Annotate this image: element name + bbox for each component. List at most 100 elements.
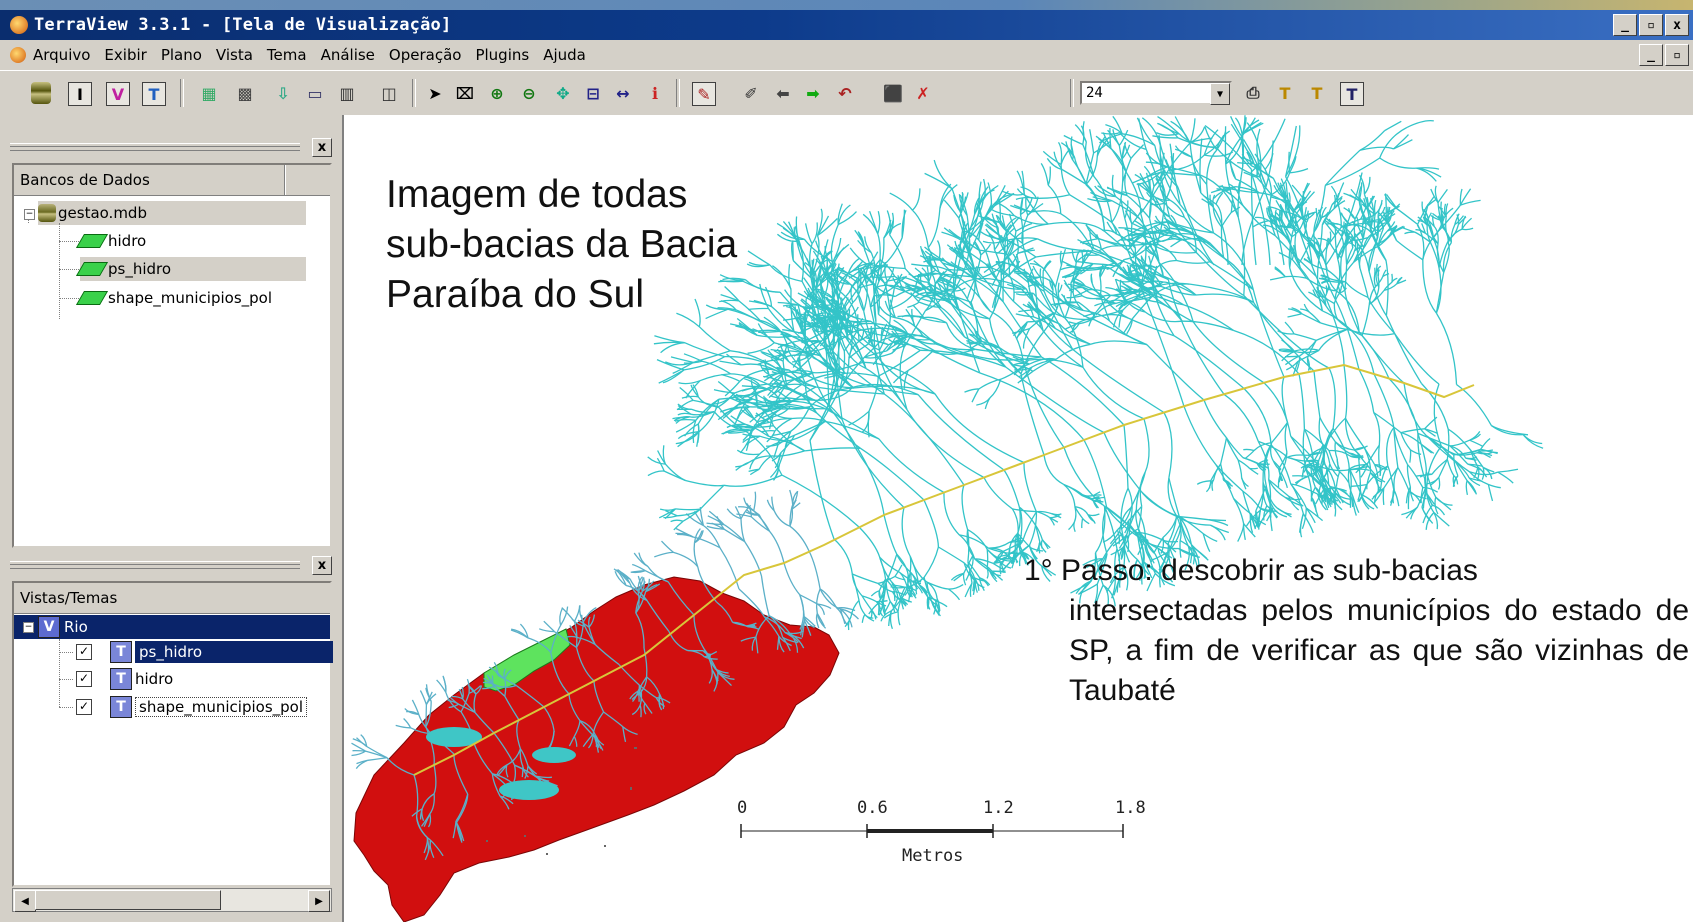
doc-minimize-button[interactable]: _ — [1639, 44, 1663, 66]
layer-shape-municipios[interactable]: shape_municipios_pol — [75, 286, 272, 310]
scroll-left-icon[interactable]: ◀ — [14, 890, 36, 912]
database-icon[interactable] — [28, 80, 54, 106]
menu-operacao[interactable]: Operação — [382, 46, 469, 64]
zoom-out-icon[interactable]: ⊖ — [516, 80, 542, 106]
forward-icon[interactable]: ➡ — [800, 80, 826, 106]
theme-checkbox[interactable]: ✓ — [76, 644, 92, 660]
view-icon[interactable]: V — [106, 82, 130, 106]
display-icon[interactable]: ▭ — [302, 80, 328, 106]
river-segment — [1219, 437, 1228, 465]
font-icon[interactable]: T — [1304, 80, 1330, 106]
menu-plugins[interactable]: Plugins — [468, 46, 536, 64]
theme-checkbox[interactable]: ✓ — [76, 699, 92, 715]
river-segment — [1057, 282, 1060, 294]
horizontal-scrollbar[interactable]: ◀ ▶ — [12, 888, 332, 912]
zoom-combo[interactable]: 24 ▼ — [1080, 81, 1232, 105]
river-segment — [1030, 210, 1061, 215]
grid-icon[interactable]: ▥ — [334, 80, 360, 106]
doc-restore-button[interactable]: ▫ — [1665, 44, 1689, 66]
restore-button[interactable]: ▫ — [1639, 14, 1663, 36]
back-icon[interactable]: ⬅ — [770, 80, 796, 106]
theme-shape-municipios[interactable]: ✓ T shape_municipios_pol — [76, 695, 308, 719]
close-button[interactable]: x — [1665, 14, 1689, 36]
views-dock-handle[interactable]: x — [6, 555, 336, 577]
layer-label: hidro — [108, 232, 147, 250]
river-segment — [933, 159, 953, 190]
river-segment — [1233, 498, 1252, 515]
river-segment — [1029, 262, 1045, 270]
river-segment — [1189, 118, 1196, 143]
view-node[interactable]: − V Rio — [14, 615, 330, 639]
river-segment — [1287, 313, 1303, 318]
menu-plano[interactable]: Plano — [154, 46, 209, 64]
menu-analise[interactable]: Análise — [314, 46, 382, 64]
river-segment — [789, 525, 810, 552]
river-segment — [425, 704, 428, 727]
river-segment — [367, 757, 388, 761]
scroll-thumb[interactable] — [35, 890, 221, 910]
river-segment — [838, 211, 857, 226]
river-segment — [1210, 463, 1222, 482]
pointer-icon[interactable]: ➤ — [422, 80, 448, 106]
import-icon[interactable]: ⇩ — [270, 80, 296, 106]
databases-dock-handle[interactable]: x — [6, 137, 336, 159]
info-layer-icon[interactable]: I — [68, 82, 92, 106]
zoom-area-icon[interactable]: ⌧ — [452, 80, 478, 106]
theme-checkbox[interactable]: ✓ — [76, 671, 92, 687]
river-segment — [1315, 328, 1348, 341]
draw-icon[interactable]: ✐ — [738, 80, 764, 106]
print-layer-icon[interactable]: ▩ — [232, 80, 258, 106]
river-segment — [879, 237, 903, 269]
theme-icon[interactable]: T — [142, 82, 166, 106]
pan-icon[interactable]: ✥ — [550, 80, 576, 106]
theme-ps-hidro[interactable]: ✓ T ps_hidro — [76, 640, 333, 664]
river-segment — [1469, 439, 1484, 448]
minimize-button[interactable]: _ — [1613, 14, 1637, 36]
river-segment — [1387, 465, 1395, 490]
add-layer-icon[interactable]: ▦ — [196, 80, 222, 106]
info-icon[interactable]: ℹ — [642, 80, 668, 106]
river-segment — [1111, 174, 1117, 197]
river-segment — [721, 373, 741, 382]
text-visual-icon[interactable]: T — [1340, 82, 1364, 106]
river-segment — [1036, 194, 1070, 199]
river-segment — [1329, 231, 1332, 243]
database-node[interactable]: gestao.mdb — [38, 201, 306, 225]
chevron-down-icon[interactable]: ▼ — [1210, 83, 1230, 105]
delete-icon[interactable]: ✗ — [910, 80, 936, 106]
menu-exibir[interactable]: Exibir — [97, 46, 153, 64]
text-icon[interactable]: T — [1272, 80, 1298, 106]
layer-icon — [75, 234, 109, 248]
close-icon[interactable]: x — [312, 138, 332, 157]
edit-icon[interactable]: ✎ — [692, 82, 716, 106]
zoom-in-icon[interactable]: ⊕ — [484, 80, 510, 106]
river-segment — [1163, 412, 1173, 479]
menu-ajuda[interactable]: Ajuda — [536, 46, 593, 64]
measure-icon[interactable]: ↔ — [610, 80, 636, 106]
scroll-right-icon[interactable]: ▶ — [308, 890, 330, 912]
river-segment — [858, 600, 866, 615]
river-segment — [1324, 149, 1361, 186]
river-segment — [1293, 333, 1317, 342]
select-icon[interactable]: ⬛ — [880, 80, 906, 106]
map-canvas[interactable]: Imagem de todas sub-bacias da Bacia Para… — [342, 115, 1693, 922]
municipalities-polygon — [353, 576, 840, 922]
collapse-icon[interactable]: − — [23, 621, 34, 633]
menu-vista[interactable]: Vista — [209, 46, 260, 64]
menu-arquivo[interactable]: Arquivo — [26, 46, 97, 64]
document-icon[interactable] — [10, 47, 26, 63]
theme-hidro[interactable]: ✓ T hidro — [76, 667, 173, 691]
menu-tema[interactable]: Tema — [260, 46, 314, 64]
fit-icon[interactable]: ⊟ — [580, 80, 606, 106]
undo-icon[interactable]: ↶ — [832, 80, 858, 106]
close-icon[interactable]: x — [312, 556, 332, 575]
table-icon[interactable]: ◫ — [376, 80, 402, 106]
river-segment — [699, 484, 725, 510]
views-tree: Vistas/Temas − V Rio ✓ T ps_hidro ✓ T hi… — [12, 581, 333, 887]
collapse-icon[interactable]: − — [24, 209, 35, 220]
layer-ps-hidro[interactable]: ps_hidro — [75, 257, 306, 281]
river-segment — [1437, 189, 1448, 203]
printer-icon[interactable]: ⎙ — [1240, 80, 1266, 106]
layer-hidro[interactable]: hidro — [75, 229, 147, 253]
river-segment — [1393, 490, 1400, 507]
